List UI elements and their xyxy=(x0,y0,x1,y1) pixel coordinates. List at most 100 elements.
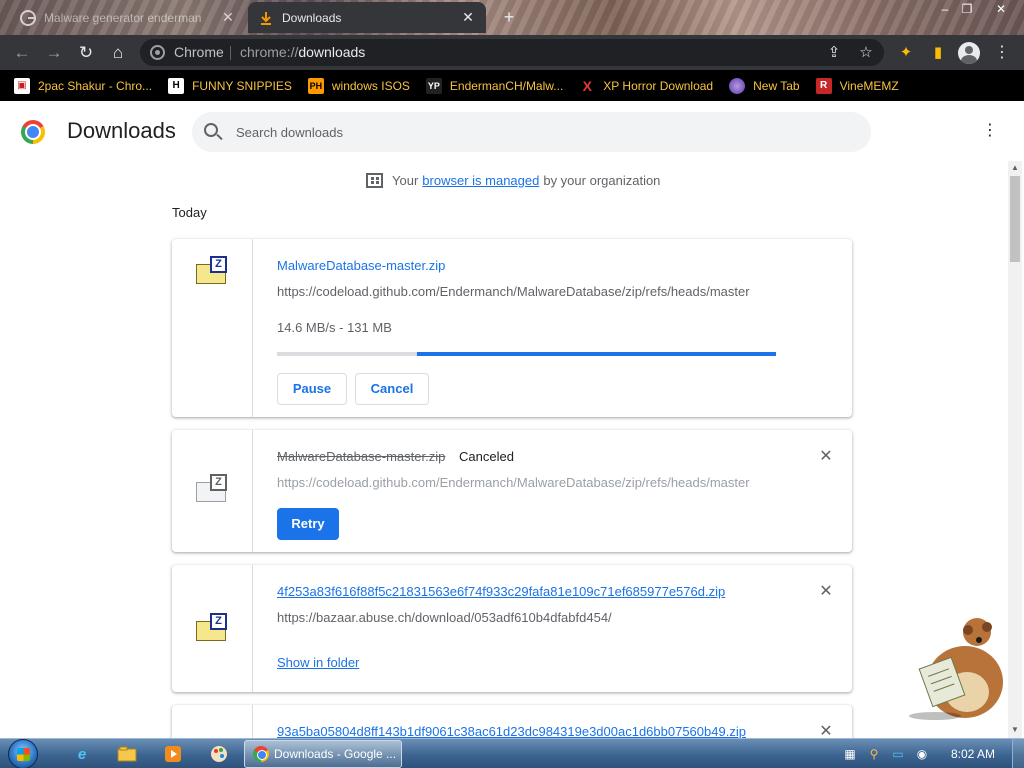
pause-button[interactable]: Pause xyxy=(277,373,347,405)
ph-logo-icon: PH xyxy=(307,77,324,94)
download-filename[interactable]: 93a5ba05804d8ff143b1df9061c38ac61d23dc98… xyxy=(277,724,746,739)
retry-button[interactable]: Retry xyxy=(277,508,339,540)
remove-close-icon[interactable]: ✕ xyxy=(819,584,833,600)
show-desktop-button[interactable] xyxy=(1012,739,1024,768)
taskbar-chrome-downloads[interactable]: Downloads - Google ... xyxy=(244,740,402,768)
scrollbar-thumb[interactable] xyxy=(1010,176,1020,262)
yp-logo-icon: YP xyxy=(425,77,442,94)
address-separator xyxy=(230,46,231,60)
x-logo-icon: X xyxy=(582,77,592,94)
download-filename[interactable]: MalwareDatabase-master.zip xyxy=(277,258,445,273)
bookmark-xp-horror[interactable]: X XP Horror Download xyxy=(579,77,714,94)
scroll-down-icon[interactable]: ▼ xyxy=(1011,725,1019,734)
tab-malware-generator[interactable]: Malware generator enderman ✕ xyxy=(10,2,246,33)
internet-explorer-icon[interactable]: e xyxy=(70,742,94,766)
bookmark-label: XP Horror Download xyxy=(603,78,714,93)
extensions-puzzle-icon[interactable]: ✦ xyxy=(896,43,916,63)
side-panel-icon[interactable]: ▮ xyxy=(928,43,948,63)
browser-toolbar: ← → ↻ ⌂ Chrome chrome://downloads ⇪ ☆ ✦ … xyxy=(0,35,1024,70)
download-icon xyxy=(258,10,274,26)
bookmark-label: 2pac Shakur - Chro... xyxy=(38,78,153,93)
download-speed: 14.6 MB/s - 131 MB xyxy=(277,320,392,335)
zip-file-icon: Z xyxy=(196,256,228,284)
screen: Malware generator enderman ✕ Downloads ✕… xyxy=(0,0,1024,768)
tab-close-icon[interactable]: ✕ xyxy=(220,9,236,26)
download-progress-bar xyxy=(277,352,776,356)
globe-icon xyxy=(729,77,746,94)
bookmark-funny-snippies[interactable]: H FUNNY SNIPPIES xyxy=(168,77,292,94)
search-bar[interactable] xyxy=(192,112,871,152)
bookmark-label: New Tab xyxy=(753,78,800,93)
file-explorer-icon[interactable] xyxy=(115,742,139,766)
taskbar-clock[interactable]: 8:02 AM xyxy=(951,747,995,761)
profile-avatar[interactable] xyxy=(958,42,980,64)
tray-network-icon[interactable]: ▦ xyxy=(842,746,858,762)
address-chip: Chrome xyxy=(174,44,224,60)
bookmark-label: VineMEMZ xyxy=(839,78,899,93)
managed-suffix: by your organization xyxy=(543,173,661,188)
home-button[interactable]: ⌂ xyxy=(106,41,130,65)
media-player-icon[interactable] xyxy=(161,742,185,766)
tab-close-icon[interactable]: ✕ xyxy=(460,9,476,26)
show-in-folder-link[interactable]: Show in folder xyxy=(277,655,359,670)
windows-taskbar: e Downloads - Google ... ▦ ⚲ ▭ ◉ 8:02 AM xyxy=(0,738,1024,768)
download-url[interactable]: https://bazaar.abuse.ch/download/053adf6… xyxy=(277,610,612,625)
bookmark-2pac[interactable]: ▣ 2pac Shakur - Chro... xyxy=(14,77,153,94)
h-logo-icon: H xyxy=(168,77,185,94)
generic-page-icon: ▣ xyxy=(14,77,30,94)
chrome-menu-icon[interactable]: ⋮ xyxy=(992,43,1012,63)
download-icon-column: Z xyxy=(172,239,253,417)
download-url[interactable]: https://codeload.github.com/Endermanch/M… xyxy=(277,475,750,490)
downloads-page: Downloads ⋮ Your browser is managed by y… xyxy=(0,101,1024,765)
address-bar[interactable]: Chrome chrome://downloads ⇪ ☆ xyxy=(140,39,884,66)
bookmarks-bar: ▣ 2pac Shakur - Chro... H FUNNY SNIPPIES… xyxy=(0,70,1024,101)
paint-icon[interactable] xyxy=(207,742,231,766)
restore-button[interactable]: ❐ xyxy=(956,0,978,18)
back-button[interactable]: ← xyxy=(10,41,34,65)
page-scrollbar[interactable]: ▲ ▼ xyxy=(1008,161,1022,738)
tray-volume-icon[interactable]: ◉ xyxy=(914,746,930,762)
r-logo-icon: R xyxy=(815,77,832,94)
chrome-logo-icon xyxy=(21,120,45,144)
download-item: Z MalwareDatabase-master.zip Canceled ✕ … xyxy=(172,430,852,552)
tab-downloads[interactable]: Downloads ✕ xyxy=(248,2,486,33)
forward-button[interactable]: → xyxy=(42,41,66,65)
cancel-button[interactable]: Cancel xyxy=(355,373,429,405)
bookmark-vinememz[interactable]: R VineMEMZ xyxy=(815,77,899,94)
bookmark-new-tab[interactable]: New Tab xyxy=(729,77,800,94)
managed-prefix: Your xyxy=(392,173,419,188)
scroll-up-icon[interactable]: ▲ xyxy=(1011,163,1019,172)
building-icon xyxy=(366,173,383,188)
url-host: downloads xyxy=(298,44,366,60)
address-url: chrome://downloads xyxy=(240,44,365,60)
share-icon[interactable]: ⇪ xyxy=(824,43,844,63)
bookmark-windows-isos[interactable]: PH windows ISOS xyxy=(307,77,410,94)
new-tab-button[interactable]: + xyxy=(497,6,521,30)
url-prefix: chrome:// xyxy=(240,44,299,60)
start-button[interactable] xyxy=(8,739,38,768)
download-url[interactable]: https://codeload.github.com/Endermanch/M… xyxy=(277,284,750,299)
search-icon xyxy=(204,123,218,137)
download-filename[interactable]: 4f253a83f616f88f5c21831563e6f74f933c29fa… xyxy=(277,584,725,599)
tray-monitor-icon[interactable]: ▭ xyxy=(890,746,906,762)
page-title: Downloads xyxy=(67,118,176,143)
bookmark-star-icon[interactable]: ☆ xyxy=(856,43,876,63)
window-close-button[interactable]: ✕ xyxy=(990,0,1012,18)
remove-close-icon[interactable]: ✕ xyxy=(819,449,833,465)
search-input[interactable] xyxy=(236,122,836,142)
download-icon-column: Z xyxy=(172,430,253,552)
tab-strip: Malware generator enderman ✕ Downloads ✕… xyxy=(0,0,1024,35)
more-actions-icon[interactable]: ⋮ xyxy=(980,121,1000,141)
minimize-button[interactable]: – xyxy=(934,0,956,18)
hamster-mascot-icon[interactable] xyxy=(905,612,1010,722)
remove-close-icon[interactable]: ✕ xyxy=(819,724,833,740)
chrome-icon xyxy=(150,45,165,60)
bookmark-endermanch[interactable]: YP EndermanCH/Malw... xyxy=(425,77,563,94)
chrome-icon xyxy=(253,746,269,762)
tab-title: Downloads xyxy=(282,10,342,25)
managed-link[interactable]: browser is managed xyxy=(422,173,539,188)
reload-button[interactable]: ↻ xyxy=(74,41,98,65)
progress-fill xyxy=(417,352,776,356)
download-icon-column: Z xyxy=(172,565,253,692)
tray-search-icon[interactable]: ⚲ xyxy=(866,746,882,762)
